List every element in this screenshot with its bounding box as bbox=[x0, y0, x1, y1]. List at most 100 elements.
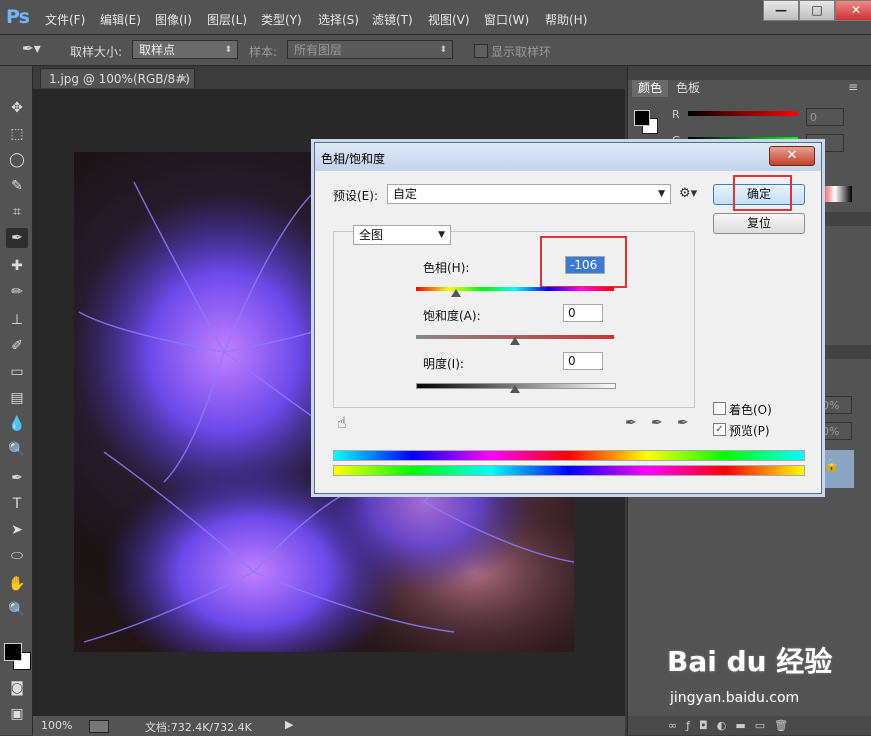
r-value-input[interactable]: 0 bbox=[806, 108, 844, 126]
sample-value: 所有图层 bbox=[294, 43, 343, 57]
blur-tool-icon[interactable]: 💧 bbox=[6, 414, 28, 434]
menu-select[interactable]: 选择(S) bbox=[318, 11, 359, 28]
minimize-button[interactable]: — bbox=[763, 0, 799, 21]
preset-select[interactable]: 自定 ▼ bbox=[387, 184, 671, 204]
brush-tool-icon[interactable]: ✏ bbox=[6, 282, 28, 302]
chevron-down-icon: ▼ bbox=[438, 230, 445, 240]
pen-tool-icon[interactable]: ✒ bbox=[6, 468, 28, 488]
status-menu-icon[interactable]: ▶ bbox=[285, 718, 293, 731]
crop-tool-icon[interactable]: ⌗ bbox=[6, 202, 28, 222]
lightness-slider-thumb[interactable] bbox=[510, 385, 520, 393]
panel-header bbox=[628, 66, 871, 80]
panel-fg-color[interactable] bbox=[634, 110, 650, 126]
colorize-label: 着色(O) bbox=[729, 403, 772, 417]
layers-footer-icons[interactable]: ∞ƒ◘◐▬▭🗑 bbox=[628, 716, 871, 735]
document-tab[interactable]: 1.jpg @ 100%(RGB/8#) × bbox=[40, 68, 195, 88]
panel-menu-icon[interactable]: ≡ bbox=[848, 80, 858, 94]
menu-edit[interactable]: 编辑(E) bbox=[100, 11, 141, 28]
history-brush-tool-icon[interactable]: ✐ bbox=[6, 336, 28, 356]
preview-checkbox[interactable]: ✓ bbox=[713, 423, 726, 436]
eyedropper-icon[interactable]: ✒▾ bbox=[22, 41, 41, 57]
preset-label: 预设(E): bbox=[333, 189, 378, 203]
zoom-level[interactable]: 100% bbox=[41, 719, 72, 732]
result-color-bar bbox=[333, 465, 805, 476]
dialog-title: 色相/饱和度 bbox=[321, 152, 386, 166]
lightness-input[interactable]: 0 bbox=[563, 352, 603, 370]
quick-select-tool-icon[interactable]: ✎ bbox=[6, 176, 28, 196]
foreground-color-swatch[interactable] bbox=[4, 643, 22, 661]
maximize-button[interactable]: □ bbox=[799, 0, 835, 21]
select-arrows-icon: ⬍ bbox=[439, 45, 447, 55]
hue-slider-thumb[interactable] bbox=[450, 289, 461, 297]
hue-saturation-dialog: 色相/饱和度 ✕ 预设(E): 自定 ▼ ⚙▾ 确定 复位 全图 ▼ 色相(H): … bbox=[314, 142, 822, 494]
dialog-close-button[interactable]: ✕ bbox=[769, 146, 815, 166]
show-ring-label: 显示取样环 bbox=[491, 45, 552, 59]
document-info: 文档:732.4K/732.4K bbox=[145, 721, 252, 734]
type-tool-icon[interactable]: T bbox=[6, 494, 28, 514]
chevron-down-icon: ▼ bbox=[658, 189, 665, 199]
channel-value: 全图 bbox=[359, 228, 384, 242]
path-select-tool-icon[interactable]: ➤ bbox=[6, 520, 28, 540]
hue-highlight-box bbox=[540, 236, 627, 288]
menu-layer[interactable]: 图层(L) bbox=[207, 11, 247, 28]
stamp-tool-icon[interactable]: ⊥ bbox=[6, 310, 28, 330]
channel-select[interactable]: 全图 ▼ bbox=[353, 225, 451, 245]
baidu-watermark: Bai du 经验 bbox=[667, 645, 833, 678]
screen-mode-icon[interactable]: ▣ bbox=[6, 704, 28, 724]
eyedropper-minus-icon[interactable]: ✒ bbox=[677, 415, 689, 431]
menu-filter[interactable]: 滤镜(T) bbox=[372, 11, 413, 28]
zoom-tool-icon[interactable]: 🔍 bbox=[6, 600, 28, 620]
menu-view[interactable]: 视图(V) bbox=[428, 11, 470, 28]
preset-options-gear-icon[interactable]: ⚙▾ bbox=[679, 186, 697, 201]
show-ring-checkbox[interactable] bbox=[474, 44, 488, 58]
document-tab-title: 1.jpg @ 100%(RGB/8#) bbox=[49, 72, 190, 86]
marquee-tool-icon[interactable]: ⬚ bbox=[6, 124, 28, 144]
color-ramp[interactable] bbox=[818, 186, 852, 202]
gradient-tool-icon[interactable]: ▤ bbox=[6, 388, 28, 408]
window-controls: — □ ✕ bbox=[763, 0, 871, 21]
hue-label: 色相(H): bbox=[423, 261, 470, 275]
sample-size-select[interactable]: 取样点 ⬍ bbox=[132, 40, 238, 59]
healing-tool-icon[interactable]: ✚ bbox=[6, 256, 28, 276]
sample-label: 样本: bbox=[249, 45, 278, 59]
status-icon[interactable] bbox=[89, 720, 109, 733]
eraser-tool-icon[interactable]: ▭ bbox=[6, 362, 28, 382]
r-slider-track[interactable] bbox=[688, 111, 798, 116]
close-tab-icon[interactable]: × bbox=[178, 69, 188, 89]
tab-swatches[interactable]: 色板 bbox=[670, 80, 706, 97]
color-swatches[interactable] bbox=[3, 640, 31, 670]
opacity-input[interactable]: 0% bbox=[818, 396, 852, 414]
tab-color[interactable]: 颜色 bbox=[632, 80, 669, 97]
options-bar: ✒▾ 取样大小: 取样点 ⬍ 样本: 所有图层 ⬍ 显示取样环 bbox=[0, 35, 871, 66]
eyedropper-plus-icon[interactable]: ✒ bbox=[651, 415, 663, 431]
eyedropper-tool-icon[interactable]: ✒ bbox=[6, 228, 28, 248]
ps-logo: Ps bbox=[6, 6, 30, 28]
ok-highlight-box bbox=[733, 175, 792, 211]
saturation-label: 饱和度(A): bbox=[423, 309, 481, 323]
fill-input[interactable]: 0% bbox=[818, 422, 852, 440]
quick-mask-icon[interactable]: ◙ bbox=[6, 678, 28, 698]
hand-adjust-icon[interactable]: ☝ bbox=[337, 413, 347, 432]
preset-value: 自定 bbox=[393, 187, 418, 201]
hand-tool-icon[interactable]: ✋ bbox=[6, 574, 28, 594]
eyedropper-icon[interactable]: ✒ bbox=[625, 415, 637, 431]
menu-help[interactable]: 帮助(H) bbox=[545, 11, 587, 28]
adjustment-group bbox=[333, 231, 695, 408]
ellipse-tool-icon[interactable]: ⬭ bbox=[6, 546, 28, 566]
sample-select[interactable]: 所有图层 ⬍ bbox=[287, 40, 453, 59]
close-window-button[interactable]: ✕ bbox=[835, 0, 871, 21]
status-bar: 100% 文档:732.4K/732.4K ▶ bbox=[33, 715, 625, 736]
menu-window[interactable]: 窗口(W) bbox=[484, 11, 529, 28]
hue-slider-track[interactable] bbox=[416, 287, 614, 291]
select-arrows-icon: ⬍ bbox=[224, 45, 232, 55]
menu-file[interactable]: 文件(F) bbox=[45, 11, 85, 28]
saturation-slider-thumb[interactable] bbox=[510, 337, 520, 345]
menu-type[interactable]: 类型(Y) bbox=[261, 11, 302, 28]
saturation-input[interactable]: 0 bbox=[563, 304, 603, 322]
move-tool-icon[interactable]: ✥ bbox=[6, 98, 28, 118]
menu-image[interactable]: 图像(I) bbox=[155, 11, 192, 28]
reset-button[interactable]: 复位 bbox=[713, 213, 805, 234]
colorize-checkbox[interactable] bbox=[713, 402, 726, 415]
lasso-tool-icon[interactable]: ◯ bbox=[6, 150, 28, 170]
dodge-tool-icon[interactable]: 🔍 bbox=[6, 440, 28, 460]
